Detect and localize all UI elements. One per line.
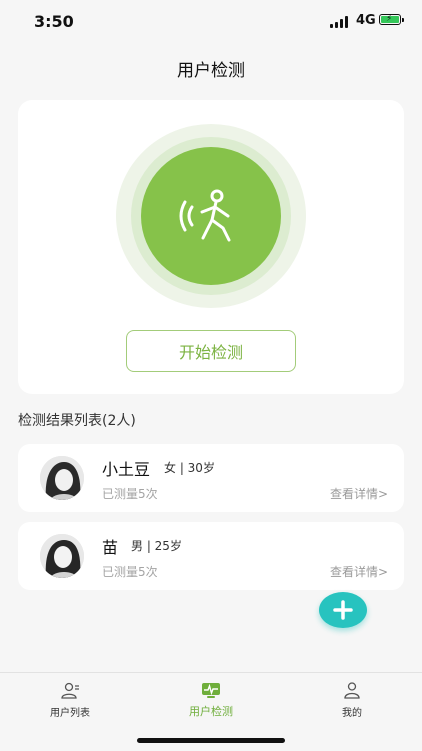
battery-icon: ⚡ <box>379 14 404 25</box>
tab-label: 我的 <box>342 708 362 719</box>
page-title: 用户检测 <box>177 61 245 81</box>
walking-person-icon <box>179 189 231 242</box>
measure-count: 已测量5次 <box>102 487 158 501</box>
start-detection-button[interactable]: 开始检测 <box>126 330 296 372</box>
status-time: 3:50 <box>34 12 74 31</box>
detection-circle-button[interactable] <box>141 147 281 285</box>
tab-user-list[interactable]: 用户列表 <box>0 673 140 723</box>
results-heading: 检测结果列表(2人) <box>18 413 136 429</box>
status-bar: 3:50 4G ⚡ <box>0 0 422 44</box>
tab-label: 用户列表 <box>50 708 90 719</box>
home-indicator <box>137 738 285 743</box>
avatar <box>40 534 84 578</box>
user-name: 小土豆 <box>102 460 151 479</box>
user-name: 苗 <box>102 538 119 557</box>
add-user-button[interactable] <box>319 592 367 628</box>
user-card[interactable]: 小土豆 女 | 30岁 已测量5次 查看详情> <box>18 444 404 512</box>
tab-profile[interactable]: 我的 <box>282 673 422 723</box>
tab-label: 用户检测 <box>189 705 233 718</box>
measure-count: 已测量5次 <box>102 565 158 579</box>
tab-user-detection[interactable]: 用户检测 <box>141 673 281 723</box>
view-details-link[interactable]: 查看详情> <box>330 563 388 580</box>
detection-card: 开始检测 <box>18 100 404 394</box>
plus-icon <box>333 600 353 620</box>
user-card[interactable]: 苗 男 | 25岁 已测量5次 查看详情> <box>18 522 404 590</box>
monitor-icon <box>202 683 220 698</box>
user-gender-age: 女 | 30岁 <box>164 461 215 475</box>
signal-icon <box>330 16 352 28</box>
avatar <box>40 456 84 500</box>
network-type: 4G <box>356 13 376 28</box>
user-list-icon <box>61 682 79 699</box>
profile-icon <box>344 682 360 699</box>
view-details-link[interactable]: 查看详情> <box>330 485 388 502</box>
user-gender-age: 男 | 25岁 <box>131 539 182 553</box>
